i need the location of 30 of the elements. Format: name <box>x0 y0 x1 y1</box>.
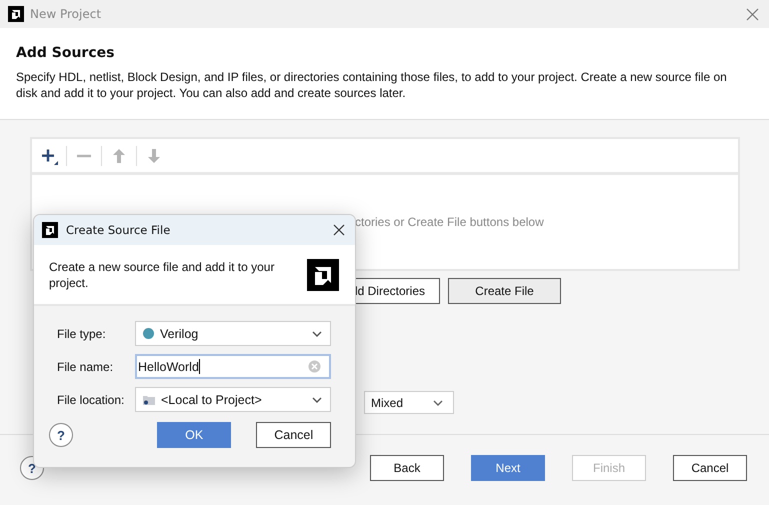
create-file-button[interactable]: Create File <box>448 278 561 304</box>
file-location-select[interactable]: <Local to Project> <box>135 387 331 412</box>
language-select[interactable]: Mixed <box>364 391 454 414</box>
close-icon[interactable] <box>333 224 345 236</box>
cancel-button[interactable]: Cancel <box>673 455 747 481</box>
page-description: Specify HDL, netlist, Block Design, and IP files, or directories containing those files, to add to your project. Create a new source file on disk and add it to your project. You can also add and create sources later. <box>16 69 728 101</box>
folder-icon <box>143 394 155 404</box>
chevron-down-icon <box>312 396 322 402</box>
back-button[interactable]: Back <box>370 455 444 481</box>
empty-list-hint: ctories or Create File buttons below <box>355 215 544 229</box>
page-title: Add Sources <box>16 45 116 61</box>
help-button[interactable]: ? <box>49 423 73 447</box>
field-label: File location: <box>57 392 126 406</box>
cancel-button[interactable]: Cancel <box>256 422 331 448</box>
clear-icon[interactable] <box>308 360 321 373</box>
logo-icon <box>307 258 339 290</box>
chevron-down-icon <box>433 400 443 406</box>
next-button[interactable]: Next <box>471 455 545 481</box>
chevron-down-icon <box>312 330 322 336</box>
file-type-select[interactable]: Verilog <box>135 321 331 346</box>
window-title: New Project <box>30 7 102 21</box>
field-label: File type: <box>57 326 107 340</box>
dialog-description: Create a new source file and add it to your project. <box>49 258 276 290</box>
ok-button[interactable]: OK <box>156 422 232 448</box>
dialog-title: Create Source File <box>66 223 170 237</box>
logo-icon <box>8 6 24 22</box>
file-name-field[interactable]: HelloWorld <box>135 354 331 379</box>
add-icon[interactable] <box>40 146 58 164</box>
logo-icon <box>42 222 58 238</box>
field-label: File name: <box>57 360 114 374</box>
